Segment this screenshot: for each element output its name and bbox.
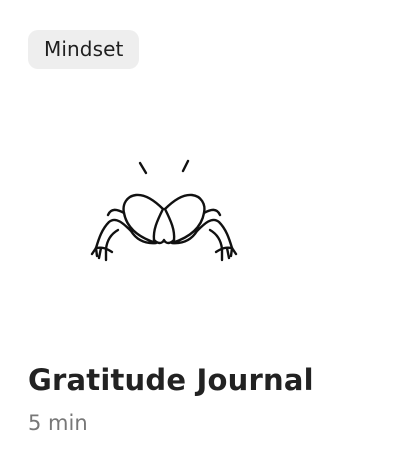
category-tag: Mindset [28, 30, 140, 69]
card-title: Gratitude Journal [28, 363, 314, 397]
heart-hands-icon [84, 152, 244, 276]
session-duration: 5 min [28, 411, 88, 435]
session-card[interactable]: Mindset Gratitude Journal 5 min [0, 0, 410, 464]
